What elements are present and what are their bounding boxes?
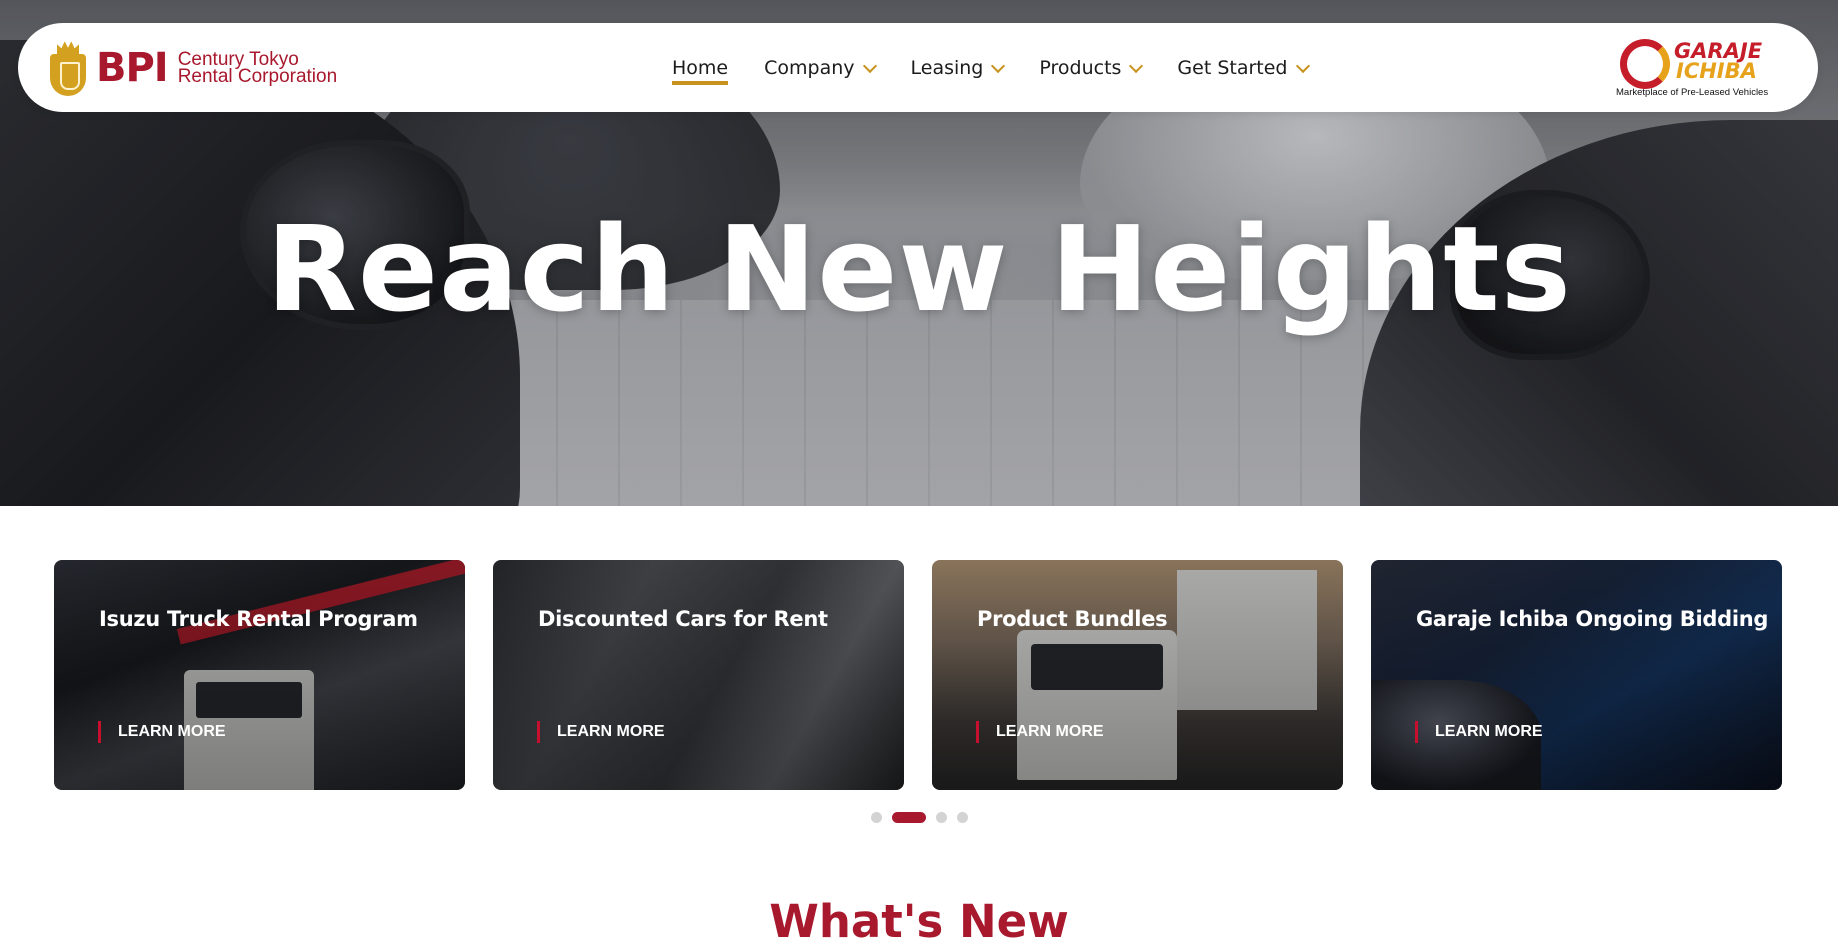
learn-more-link[interactable]: LEARN MORE (1415, 721, 1543, 743)
cta-accent-bar (1415, 721, 1418, 743)
learn-more-link[interactable]: LEARN MORE (98, 721, 226, 743)
garaje-g-icon (1620, 39, 1670, 89)
cta-accent-bar (537, 721, 540, 743)
brand-main-text: BPI (96, 45, 169, 91)
main-nav: Home Company Leasing Products Get Starte… (672, 51, 1344, 85)
learn-more-label: LEARN MORE (1435, 723, 1543, 740)
nav-home[interactable]: Home (672, 57, 729, 85)
chevron-down-icon (1295, 58, 1310, 74)
nav-company-label: Company (764, 57, 855, 79)
learn-more-label: LEARN MORE (557, 723, 665, 740)
nav-products-label: Products (1039, 57, 1122, 79)
carousel-dot-3[interactable] (936, 812, 947, 823)
garaje-ichiba-logo[interactable]: GARAJE ICHIBA Marketplace of Pre-Leased … (1616, 35, 1790, 101)
cta-accent-bar (98, 721, 101, 743)
carousel-pagination (871, 812, 978, 823)
whats-new-heading: What's New (769, 895, 1069, 941)
carousel-dot-1[interactable] (871, 812, 882, 823)
card-title: Garaje Ichiba Ongoing Bidding (1416, 607, 1769, 631)
promo-card-garaje-bidding[interactable]: Garaje Ichiba Ongoing Bidding LEARN MORE (1371, 560, 1782, 790)
nav-leasing[interactable]: Leasing (910, 57, 1006, 79)
bpi-seal-icon (50, 40, 86, 96)
card-title: Product Bundles (977, 607, 1168, 631)
garaje-line2: ICHIBA (1676, 59, 1757, 83)
card-overlay (1371, 560, 1782, 790)
nav-leasing-label: Leasing (910, 57, 984, 79)
site-header: BPI Century Tokyo Rental Corporation Hom… (18, 23, 1818, 112)
card-title: Discounted Cars for Rent (538, 607, 828, 631)
nav-get-started-label: Get Started (1177, 57, 1288, 79)
carousel-dot-2[interactable] (892, 812, 926, 823)
learn-more-label: LEARN MORE (996, 723, 1104, 740)
brand-subtitle: Century Tokyo Rental Corporation (177, 50, 338, 87)
hero-title: Reach New Heights (266, 200, 1572, 338)
chevron-down-icon (1129, 58, 1144, 74)
promo-card-product-bundles[interactable]: Product Bundles LEARN MORE (932, 560, 1343, 790)
nav-home-label: Home (672, 57, 729, 79)
garaje-tagline: Marketplace of Pre-Leased Vehicles (1616, 87, 1769, 98)
learn-more-link[interactable]: LEARN MORE (537, 721, 665, 743)
promo-card-discounted-cars[interactable]: Discounted Cars for Rent LEARN MORE (493, 560, 904, 790)
nav-company[interactable]: Company (764, 57, 877, 79)
carousel-dot-4[interactable] (957, 812, 968, 823)
card-overlay (493, 560, 904, 790)
card-title: Isuzu Truck Rental Program (99, 607, 418, 631)
card-overlay (932, 560, 1343, 790)
card-overlay (54, 560, 465, 790)
brand-subtitle-line2: Rental Corporation (177, 66, 338, 87)
garaje-wordmark: GARAJE ICHIBA (1674, 39, 1763, 83)
garaje-line1: GARAJE (1674, 39, 1763, 63)
promo-cards: Isuzu Truck Rental Program LEARN MORE Di… (54, 560, 1784, 790)
learn-more-link[interactable]: LEARN MORE (976, 721, 1104, 743)
promo-card-isuzu[interactable]: Isuzu Truck Rental Program LEARN MORE (54, 560, 465, 790)
chevron-down-icon (991, 58, 1006, 74)
nav-get-started[interactable]: Get Started (1177, 57, 1310, 79)
cta-accent-bar (976, 721, 979, 743)
chevron-down-icon (862, 58, 877, 74)
learn-more-label: LEARN MORE (118, 723, 226, 740)
bpi-century-tokyo-logo[interactable]: BPI Century Tokyo Rental Corporation (50, 37, 337, 99)
nav-products[interactable]: Products (1039, 57, 1144, 79)
